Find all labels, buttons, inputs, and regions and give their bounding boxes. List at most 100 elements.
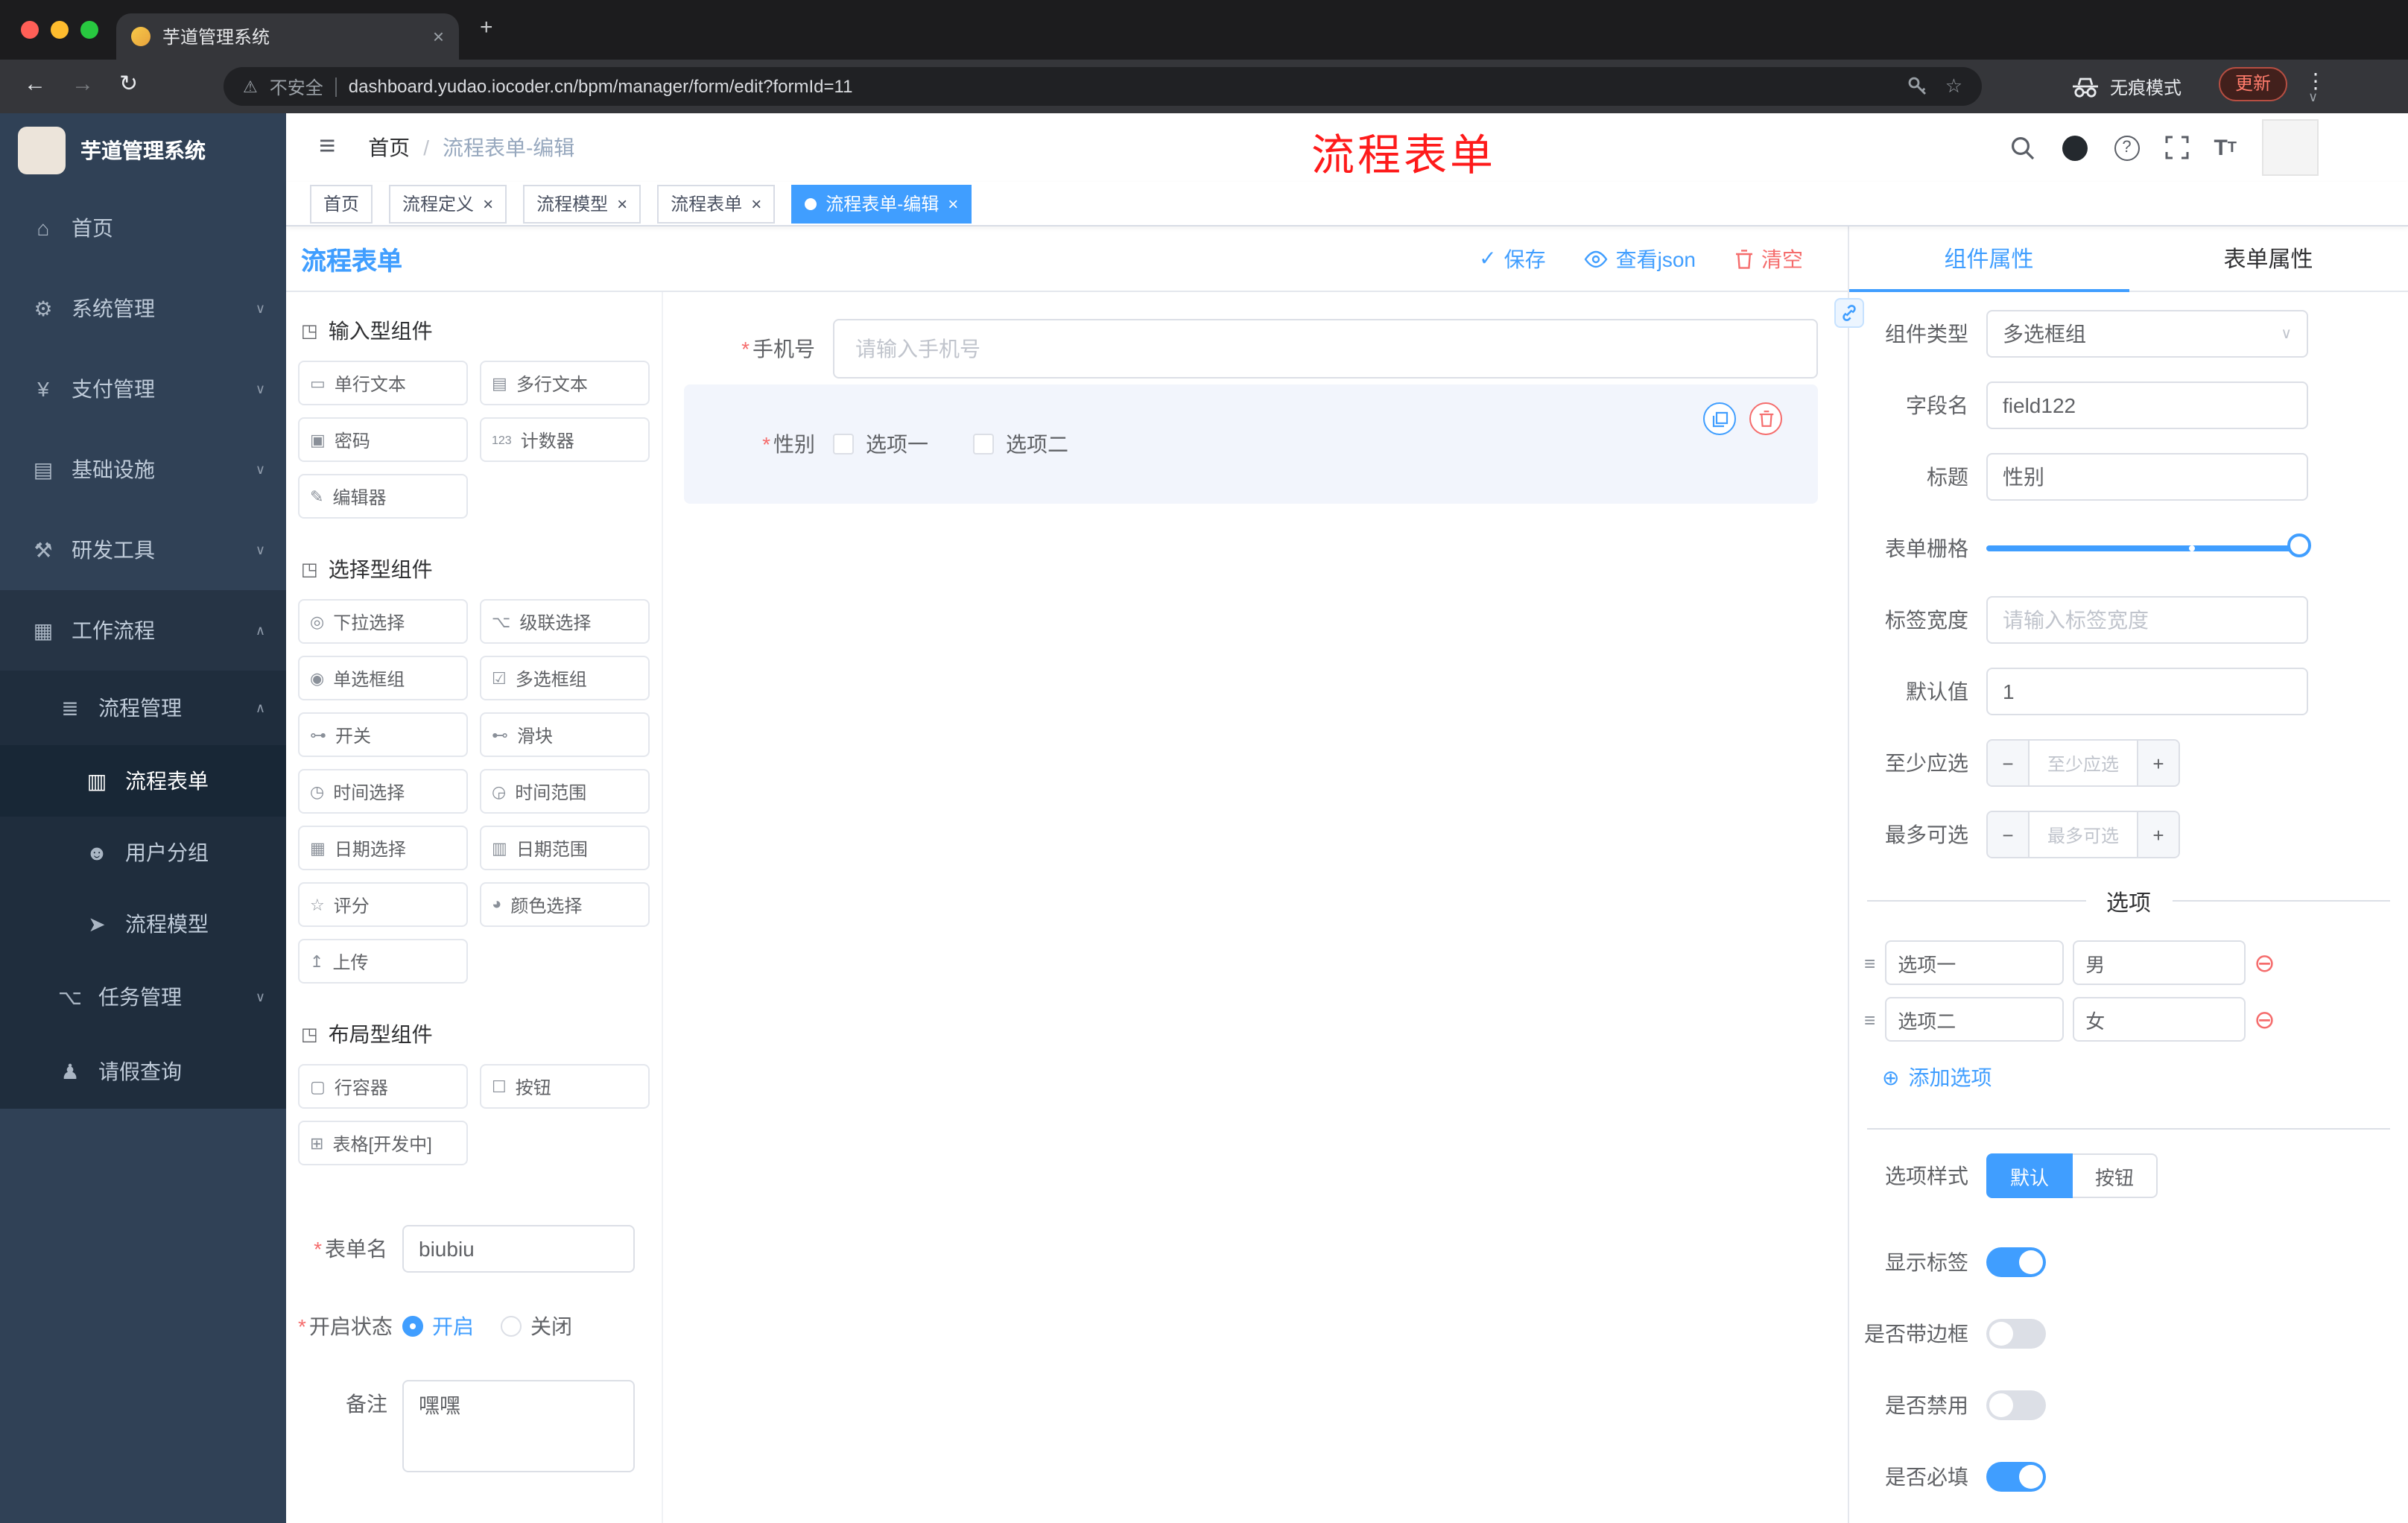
delete-widget-button[interactable]: [1749, 402, 1782, 435]
chip-button[interactable]: ☐ 按钮: [480, 1064, 650, 1109]
chip-date-picker[interactable]: ▦ 日期选择: [298, 826, 468, 870]
checkbox-option-1[interactable]: 选项一: [833, 429, 928, 459]
chip-checkbox-group[interactable]: ☑ 多选框组: [480, 656, 650, 700]
radio-closed[interactable]: 关闭: [501, 1311, 572, 1341]
checkbox-box[interactable]: [833, 434, 854, 455]
tag-process-model[interactable]: 流程模型 ×: [523, 184, 641, 223]
radio-open[interactable]: 开启: [402, 1311, 474, 1341]
sidebar-item-workflow[interactable]: ▦ 工作流程 ∧: [0, 590, 286, 671]
password-key-icon[interactable]: [1908, 76, 1929, 97]
view-json-button[interactable]: 查看json: [1585, 244, 1696, 273]
chip-single-line-text[interactable]: ▭ 单行文本: [298, 361, 468, 405]
chip-row-container[interactable]: ▢ 行容器: [298, 1064, 468, 1109]
minimize-window-button[interactable]: [51, 21, 69, 39]
chip-color-picker[interactable]: ◕ 颜色选择: [480, 882, 650, 927]
option-label-input[interactable]: [1884, 940, 2064, 985]
close-window-button[interactable]: [21, 21, 39, 39]
sidebar-item-dev-tools[interactable]: ⚒ 研发工具 ∨: [0, 510, 286, 590]
remove-option-icon[interactable]: ⊖: [2254, 950, 2275, 975]
phone-field-row[interactable]: * 手机号: [684, 319, 1818, 379]
reload-icon[interactable]: ↻: [119, 70, 138, 100]
fullscreen-icon[interactable]: [2164, 136, 2188, 159]
sidebar-item-task-management[interactable]: ⌥ 任务管理 ∨: [0, 960, 286, 1034]
tag-process-definition[interactable]: 流程定义 ×: [389, 184, 507, 223]
tag-close-icon[interactable]: ×: [483, 193, 493, 214]
chip-time-picker[interactable]: ◷ 时间选择: [298, 769, 468, 814]
form-name-input[interactable]: [402, 1225, 635, 1273]
forward-icon[interactable]: →: [72, 70, 94, 100]
zoom-window-button[interactable]: [80, 21, 98, 39]
sidebar-toggle-icon[interactable]: ≡: [319, 131, 335, 164]
decrease-button[interactable]: −: [1988, 741, 2030, 785]
github-icon[interactable]: [2060, 133, 2088, 162]
browser-update-button[interactable]: 更新: [2219, 67, 2288, 101]
checkbox-option-2[interactable]: 选项二: [973, 429, 1068, 459]
browser-caret-icon[interactable]: ∨: [2308, 89, 2318, 106]
default-value-input[interactable]: [1986, 668, 2308, 715]
sidebar-item-user-group[interactable]: ☻ 用户分组: [0, 817, 286, 888]
tab-form-properties[interactable]: 表单属性: [2129, 227, 2408, 291]
tag-process-form-edit[interactable]: 流程表单-编辑 ×: [791, 184, 972, 223]
back-icon[interactable]: ←: [24, 70, 46, 100]
font-size-icon[interactable]: TT: [2214, 135, 2237, 160]
panel-link-icon[interactable]: [1834, 298, 1864, 328]
chip-counter[interactable]: 123 计数器: [480, 417, 650, 462]
option-drag-icon[interactable]: ≡: [1864, 1008, 1875, 1030]
browser-tab[interactable]: 芋道管理系统 ×: [116, 13, 459, 60]
chip-cascade-select[interactable]: ⌥ 级联选择: [480, 599, 650, 644]
help-icon[interactable]: ?: [2114, 135, 2140, 160]
sidebar-item-process-model[interactable]: ➤ 流程模型: [0, 888, 286, 960]
copy-widget-button[interactable]: [1703, 402, 1736, 435]
clear-button[interactable]: 清空: [1734, 244, 1803, 273]
chip-dropdown-select[interactable]: ◎ 下拉选择: [298, 599, 468, 644]
option-value-input[interactable]: [2072, 997, 2246, 1042]
phone-input[interactable]: [833, 319, 1818, 379]
form-remark-textarea[interactable]: 嘿嘿: [402, 1380, 635, 1472]
option-value-input[interactable]: [2072, 940, 2246, 985]
required-toggle[interactable]: [1986, 1462, 2046, 1492]
label-width-input[interactable]: [1986, 596, 2308, 644]
show-label-toggle[interactable]: [1986, 1247, 2046, 1277]
sidebar-item-infrastructure[interactable]: ▤ 基础设施 ∨: [0, 429, 286, 510]
sidebar-item-process-management[interactable]: ≣ 流程管理 ∧: [0, 671, 286, 745]
chip-date-range[interactable]: ▥ 日期范围: [480, 826, 650, 870]
style-default-button[interactable]: 默认: [1986, 1153, 2073, 1198]
tag-process-form[interactable]: 流程表单 ×: [657, 184, 776, 223]
sidebar-logo[interactable]: 芋道管理系统: [0, 113, 286, 188]
new-tab-button[interactable]: +: [480, 15, 493, 40]
chip-multi-line-text[interactable]: ▤ 多行文本: [480, 361, 650, 405]
grid-slider[interactable]: [1986, 525, 2311, 572]
remove-option-icon[interactable]: ⊖: [2254, 1007, 2275, 1032]
sidebar-item-home[interactable]: ⌂ 首页: [0, 188, 286, 268]
bookmark-star-icon[interactable]: ☆: [1945, 75, 1962, 98]
add-option-button[interactable]: ⊕ 添加选项: [1882, 1063, 2408, 1092]
title-input[interactable]: [1986, 453, 2308, 501]
tag-close-icon[interactable]: ×: [751, 193, 761, 214]
gender-widget-selected[interactable]: * 性别 选项一 选项二: [684, 384, 1818, 504]
url-text[interactable]: dashboard.yudao.iocoder.cn/bpm/manager/f…: [349, 76, 853, 97]
chip-time-range[interactable]: ◶ 时间范围: [480, 769, 650, 814]
address-bar[interactable]: ⚠ 不安全 dashboard.yudao.iocoder.cn/bpm/man…: [224, 67, 1982, 106]
disabled-toggle[interactable]: [1986, 1390, 2046, 1420]
option-label-input[interactable]: [1884, 997, 2064, 1042]
chip-switch[interactable]: ⊶ 开关: [298, 712, 468, 757]
chip-upload[interactable]: ↥ 上传: [298, 939, 468, 984]
max-select-value[interactable]: 最多可选: [2030, 812, 2137, 857]
bordered-toggle[interactable]: [1986, 1319, 2046, 1349]
chip-editor[interactable]: ✎ 编辑器: [298, 474, 468, 519]
increase-button[interactable]: +: [2137, 741, 2179, 785]
option-drag-icon[interactable]: ≡: [1864, 952, 1875, 974]
sidebar-item-system-management[interactable]: ⚙ 系统管理 ∨: [0, 268, 286, 349]
chip-radio-group[interactable]: ◉ 单选框组: [298, 656, 468, 700]
tab-close-icon[interactable]: ×: [433, 25, 444, 48]
sidebar-item-leave-query[interactable]: ♟ 请假查询: [0, 1034, 286, 1109]
increase-button[interactable]: +: [2137, 812, 2179, 857]
sidebar-item-process-form[interactable]: ▥ 流程表单: [0, 745, 286, 817]
chip-slider[interactable]: ⊷ 滑块: [480, 712, 650, 757]
user-avatar[interactable]: [2262, 119, 2319, 176]
component-type-select[interactable]: 多选框组 ∨: [1986, 310, 2308, 358]
min-select-value[interactable]: 至少应选: [2030, 741, 2137, 785]
decrease-button[interactable]: −: [1988, 812, 2030, 857]
breadcrumb-home[interactable]: 首页: [368, 133, 410, 162]
security-warning-icon[interactable]: ⚠: [243, 77, 258, 96]
